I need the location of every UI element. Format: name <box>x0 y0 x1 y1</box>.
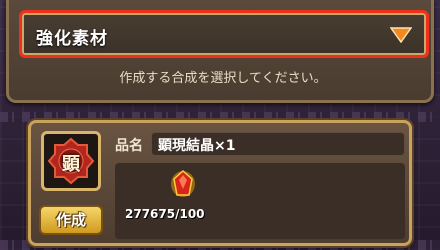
material-count: 277675/100 <box>125 207 205 221</box>
item-name-label: 品名 <box>115 138 143 154</box>
chevron-down-icon[interactable] <box>390 27 412 43</box>
item-icon-glyph: 顕 <box>62 154 80 175</box>
dropdown-selected-value: 強化素材 <box>36 29 108 49</box>
craft-button[interactable]: 作成 <box>39 205 103 235</box>
materials-list: 277675/100 <box>115 163 405 239</box>
item-icon: 顕 <box>41 131 101 191</box>
instruction-text: 作成する合成を選択してください。 <box>119 71 327 86</box>
item-name-value: 顕現結晶×1 <box>158 138 236 154</box>
category-dropdown[interactable]: 強化素材 <box>19 10 429 58</box>
selection-panel: 強化素材 作成する合成を選択してください。 <box>6 0 434 103</box>
item-name-field: 顕現結晶×1 <box>151 132 405 156</box>
recipe-card[interactable]: 顕 作成 品名 顕現結晶×1 277675/100 <box>28 120 412 246</box>
red-gem-icon <box>171 169 195 197</box>
